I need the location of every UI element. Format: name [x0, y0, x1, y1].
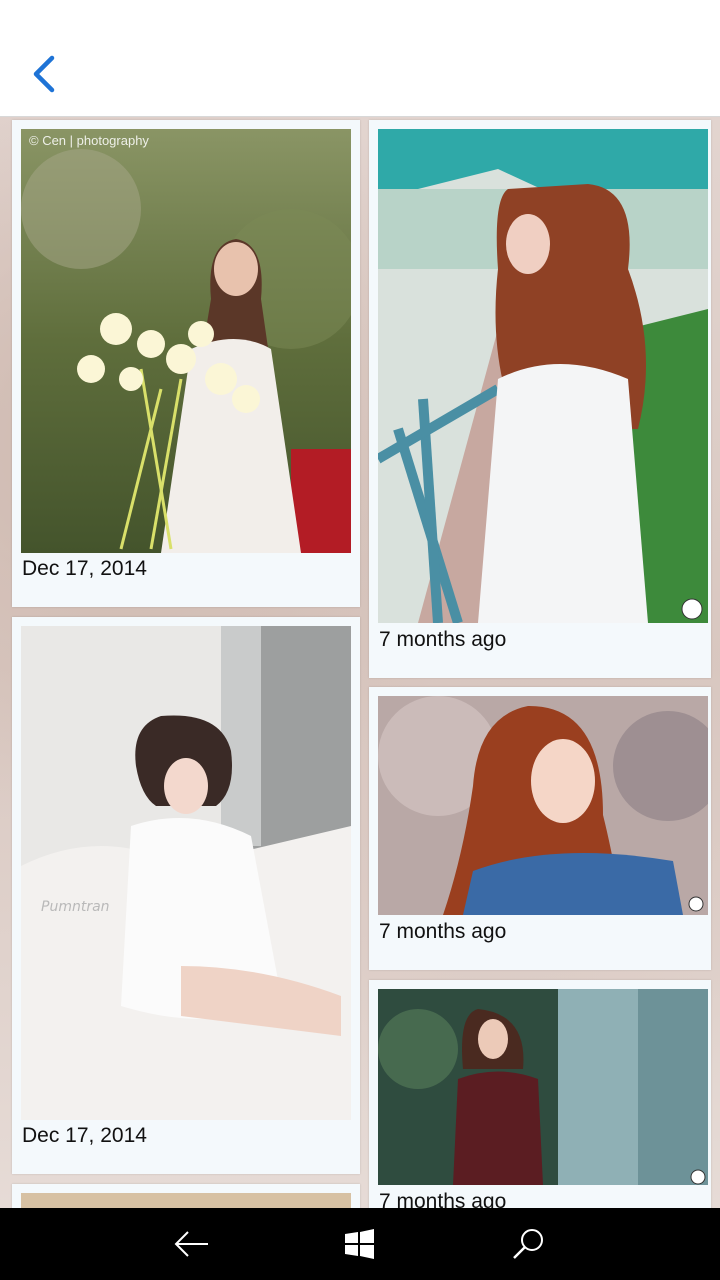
photo-date: Dec 17, 2014 — [22, 557, 147, 580]
photo-thumbnail[interactable] — [378, 696, 708, 915]
photo-thumbnail[interactable]: Pumntran — [21, 626, 351, 1120]
chevron-left-icon — [33, 55, 55, 93]
photo-thumbnail[interactable]: © Cen | photography — [21, 129, 351, 553]
nav-home-button[interactable] — [340, 1224, 380, 1264]
photo-card[interactable]: © Cen | photography Dec 17, 2014 — [12, 120, 360, 607]
photo-date: Dec 17, 2014 — [22, 1124, 147, 1147]
svg-text:Pumntran: Pumntran — [41, 899, 110, 915]
photo-card[interactable]: 7 months ago — [369, 980, 711, 1220]
photo-card[interactable]: 7 months ago — [369, 120, 711, 678]
photo-date: 7 months ago — [379, 628, 507, 651]
photo-card[interactable]: 7 months ago — [369, 687, 711, 970]
photo-date: 7 months ago — [379, 920, 507, 943]
search-icon — [513, 1229, 543, 1259]
photo-watermark: © Cen | photography — [29, 133, 149, 148]
system-nav-bar — [0, 1208, 720, 1280]
windows-logo-icon — [345, 1229, 374, 1259]
photo-thumbnail[interactable] — [378, 129, 708, 623]
photo-thumbnail[interactable] — [378, 989, 708, 1185]
nav-search-button[interactable] — [508, 1224, 548, 1264]
photo-card[interactable]: Pumntran Dec 17, 2014 — [12, 617, 360, 1174]
back-button[interactable] — [26, 52, 66, 96]
app-header — [0, 0, 720, 117]
nav-back-button[interactable] — [172, 1224, 212, 1264]
back-arrow-icon — [174, 1231, 208, 1257]
